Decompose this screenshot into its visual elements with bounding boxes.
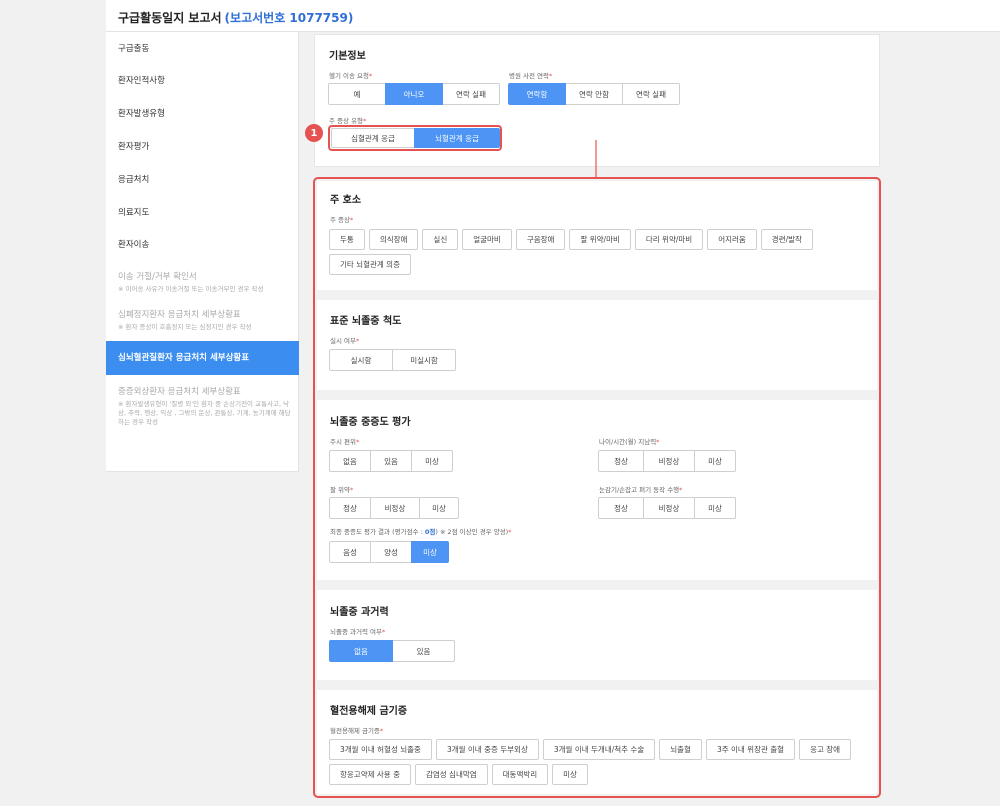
section-title-chief: 주 호소 (330, 195, 362, 206)
main-symptom-label: 주 증상* (330, 216, 354, 224)
symptom-chip-facial-palsy[interactable]: 얼굴마비 (462, 229, 512, 250)
eye-option-unknown[interactable]: 미상 (694, 497, 736, 519)
sidebar-item-occurrence-type[interactable]: 환자발생유형 (106, 107, 299, 119)
sidebar-item-medical-guidance[interactable]: 의료지도 (106, 206, 299, 218)
orientation-group: 정상 비정상 미상 (598, 450, 736, 472)
thrombolytic-label: 혈전용해제 금기증* (330, 727, 384, 735)
sidebar-item-cardiac-arrest[interactable]: 심폐정지환자 응급처치 세부상황표 ※ 환자 증상이 호흡정지 또는 심정지인 경… (106, 308, 299, 332)
gaze-option-unknown[interactable]: 미상 (411, 450, 453, 472)
sidebar-item-patient-info[interactable]: 환자인적사항 (106, 74, 299, 86)
cerebrovascular-frame: 주 호소 주 증상* 두통 의식장애 실신 얼굴마비 구음장애 팔 위약/마비 … (313, 177, 881, 798)
severity-score: 0점 (424, 528, 436, 536)
contra-chip-unknown[interactable]: 미상 (552, 764, 588, 785)
report-number: (보고서번호 1077759) (224, 11, 354, 25)
eye-option-abnormal[interactable]: 비정상 (643, 497, 695, 519)
history-option-present[interactable]: 있음 (392, 640, 455, 662)
section-title-scale: 표준 뇌졸중 척도 (330, 316, 402, 327)
page-title: 구급활동일지 보고서 (보고서번호 1077759) (118, 11, 354, 25)
stroke-scale-section: 표준 뇌졸중 척도 실시 여부* 실시함 미실시함 (317, 300, 877, 390)
hospital-option-contacted[interactable]: 연락함 (508, 83, 566, 105)
sidebar: 구급출동 환자인적사항 환자발생유형 환자평가 응급처치 의료지도 환자이송 이… (106, 32, 299, 472)
orientation-option-abnormal[interactable]: 비정상 (643, 450, 695, 472)
thrombolytic-section: 혈전용해제 금기증 혈전용해제 금기증* 3개월 이내 허혈성 뇌졸중 3개월 … (317, 690, 877, 794)
heli-label: 헬기 이송 요청* (329, 72, 373, 80)
symptom-chip-leg-weakness[interactable]: 다리 위약/마비 (634, 229, 704, 250)
history-option-none[interactable]: 없음 (329, 640, 393, 662)
gaze-deviation-label: 주시 편위* (330, 438, 360, 446)
symptom-chip-consciousness[interactable]: 의식장애 (368, 229, 419, 250)
final-severity-label: 최종 중증도 평가 결과 (평가점수 : 0점) ※ 2점 이상인 경우 양성)… (330, 528, 512, 536)
sidebar-item-assessment[interactable]: 환자평가 (106, 140, 299, 152)
sidebar-item-refusal[interactable]: 이송 거절/거부 확인서 ※ 이어송 사유가 이송거절 또는 이송거부인 경우 작… (106, 270, 299, 294)
sidebar-item-trauma[interactable]: 중증외상환자 응급처치 세부상황표 ※ 환자발생유형이 '질병 외'인 환자 중 … (106, 385, 299, 427)
scale-performed-label: 실시 여부* (330, 337, 360, 345)
section-title-history: 뇌졸중 과거력 (330, 607, 389, 618)
contra-chip-surgery[interactable]: 3개월 이내 두개내/척추 수술 (542, 739, 656, 760)
hospital-option-not-contacted[interactable]: 연락 안함 (565, 83, 623, 105)
section-title-severity: 뇌졸중 중증도 평가 (330, 417, 411, 428)
symptom-type-label: 주 증상 유형* (329, 117, 367, 125)
symptom-chip-seizure[interactable]: 경련/발작 (760, 229, 813, 250)
history-group: 없음 있음 (329, 640, 455, 662)
arm-weakness-label: 팔 위약* (330, 486, 354, 494)
chief-complaint-section: 주 호소 주 증상* 두통 의식장애 실신 얼굴마비 구음장애 팔 위약/마비 … (317, 181, 877, 290)
arm-option-unknown[interactable]: 미상 (419, 497, 459, 519)
severity-option-negative[interactable]: 음성 (329, 541, 371, 563)
section-title-basic: 기본정보 (329, 51, 366, 62)
contra-chip-ischemic-stroke[interactable]: 3개월 이내 허혈성 뇌졸중 (329, 739, 432, 760)
symptom-chip-headache[interactable]: 두통 (329, 229, 365, 250)
scale-performed-group: 실시함 미실시함 (329, 349, 456, 371)
symptom-chip-other[interactable]: 기타 뇌혈관계 의증 (329, 254, 411, 275)
sidebar-item-first-aid[interactable]: 응급처치 (106, 173, 299, 185)
contra-chip-aortic-dissection[interactable]: 대동맥박리 (491, 764, 549, 785)
orientation-label: 나이/시간(월) 지남력* (599, 438, 660, 446)
heli-request-group: 예 아니오 연락 실패 (328, 83, 500, 105)
final-severity-group: 음성 양성 미상 (329, 541, 449, 563)
arm-option-abnormal[interactable]: 비정상 (370, 497, 420, 519)
stroke-history-section: 뇌졸중 과거력 뇌졸중 과거력 여부* 없음 있음 (317, 590, 877, 680)
sidebar-item-transport[interactable]: 환자이송 (106, 238, 299, 250)
heli-option-failed[interactable]: 연락 실패 (442, 83, 500, 105)
severity-option-positive[interactable]: 양성 (370, 541, 412, 563)
history-label: 뇌졸중 과거력 여부* (330, 628, 386, 636)
main-symptom-chips: 두통 의식장애 실신 얼굴마비 구음장애 팔 위약/마비 다리 위약/마비 어지… (329, 229, 864, 275)
severity-option-unknown[interactable]: 미상 (411, 541, 449, 563)
thrombolytic-chips: 3개월 이내 허혈성 뇌졸중 3개월 이내 중증 두부외상 3개월 이내 두개내… (329, 739, 864, 785)
section-title-thrombolytic: 혈전용해제 금기증 (330, 706, 408, 717)
contra-chip-anticoagulant[interactable]: 항응고약제 사용 중 (329, 764, 411, 785)
sidebar-item-cerebrovascular[interactable]: 심뇌혈관질환자 응급처치 세부상황표 (106, 341, 299, 375)
step-badge: 1 (305, 124, 323, 142)
symptom-option-cerebrovascular[interactable]: 뇌혈관계 응급 (414, 128, 500, 148)
hospital-option-failed[interactable]: 연락 실패 (622, 83, 680, 105)
symptom-chip-dizziness[interactable]: 어지러움 (707, 229, 757, 250)
symptom-chip-arm-weakness[interactable]: 팔 위약/마비 (569, 229, 631, 250)
title-bar: 구급활동일지 보고서 (보고서번호 1077759) (106, 0, 1000, 32)
arm-option-normal[interactable]: 정상 (329, 497, 371, 519)
arm-weakness-group: 정상 비정상 미상 (329, 497, 459, 519)
hospital-contact-group: 연락함 연락 안함 연락 실패 (508, 83, 680, 105)
scale-option-performed[interactable]: 실시함 (329, 349, 393, 371)
gaze-option-none[interactable]: 없음 (329, 450, 371, 472)
gaze-option-present[interactable]: 있음 (370, 450, 412, 472)
hospital-contact-label: 병원 사전 연락* (509, 72, 553, 80)
orientation-option-normal[interactable]: 정상 (598, 450, 644, 472)
contra-chip-gi-bleeding[interactable]: 3주 이내 위장관 출혈 (705, 739, 796, 760)
eye-hand-group: 정상 비정상 미상 (598, 497, 736, 519)
contra-chip-hemorrhage[interactable]: 뇌출혈 (659, 739, 702, 760)
symptom-chip-syncope[interactable]: 실신 (422, 229, 459, 250)
heli-option-yes[interactable]: 예 (328, 83, 386, 105)
contra-chip-head-trauma[interactable]: 3개월 이내 중증 두부외상 (435, 739, 539, 760)
symptom-chip-dysarthria[interactable]: 구음장애 (515, 229, 566, 250)
heli-option-no[interactable]: 아니오 (385, 83, 443, 105)
eye-hand-label: 눈감기/손잡고 펴기 동작 수행* (599, 486, 683, 494)
scale-option-not-performed[interactable]: 미실시함 (392, 349, 456, 371)
contra-chip-endocarditis[interactable]: 감염성 심내막염 (414, 764, 488, 785)
orientation-option-unknown[interactable]: 미상 (694, 450, 736, 472)
contra-chip-coagulopathy[interactable]: 응고 장애 (799, 739, 852, 760)
stroke-severity-section: 뇌졸중 중증도 평가 주시 편위* 없음 있음 미상 나이/시간(월) 지남력*… (317, 400, 877, 580)
eye-option-normal[interactable]: 정상 (598, 497, 644, 519)
sidebar-item-dispatch[interactable]: 구급출동 (106, 42, 299, 54)
gaze-deviation-group: 없음 있음 미상 (329, 450, 453, 472)
